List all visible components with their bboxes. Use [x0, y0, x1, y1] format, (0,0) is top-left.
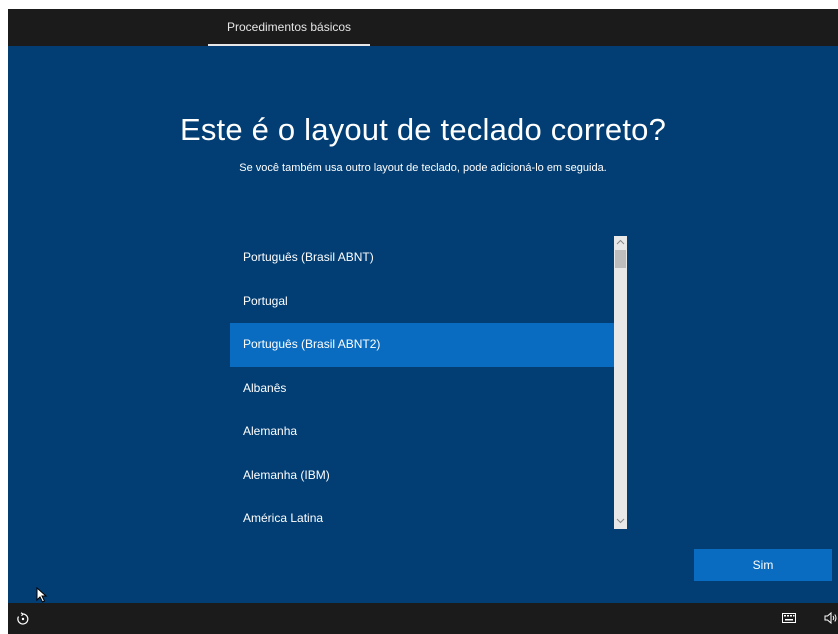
- tab-active-indicator: [208, 44, 370, 46]
- top-bar: Procedimentos básicos: [8, 9, 838, 46]
- setup-screen: Procedimentos básicos Este é o layout de…: [8, 9, 838, 634]
- tab-label: Procedimentos básicos: [226, 20, 352, 34]
- sim-button[interactable]: Sim: [694, 549, 832, 581]
- list-item[interactable]: América Latina: [230, 497, 614, 529]
- bottom-bar: [8, 603, 838, 634]
- list-item[interactable]: Alemanha: [230, 410, 614, 454]
- volume-icon[interactable]: [824, 611, 838, 625]
- page-title: Este é o layout de teclado correto?: [179, 112, 667, 147]
- list-item[interactable]: Português (Brasil ABNT): [230, 236, 614, 280]
- tab-procedimentos-basicos[interactable]: Procedimentos básicos: [208, 9, 370, 46]
- list-item[interactable]: Alemanha (IBM): [230, 454, 614, 498]
- list-scrollbar[interactable]: [614, 236, 627, 529]
- page-subtitle: Se você também usa outro layout de tecla…: [239, 162, 607, 174]
- scrollbar-thumb[interactable]: [615, 250, 626, 268]
- mouse-pointer-icon: [36, 587, 48, 603]
- list-item[interactable]: Portugal: [230, 280, 614, 324]
- chevron-down-icon[interactable]: [614, 515, 627, 529]
- ease-of-access-icon[interactable]: [16, 612, 30, 626]
- list-item[interactable]: Albanês: [230, 367, 614, 411]
- chevron-up-icon[interactable]: [614, 236, 627, 250]
- list-item-selected[interactable]: Português (Brasil ABNT2): [230, 323, 614, 367]
- keyboard-icon[interactable]: [782, 613, 796, 623]
- keyboard-layout-list[interactable]: Português (Brasil ABNT) Portugal Portugu…: [230, 236, 614, 529]
